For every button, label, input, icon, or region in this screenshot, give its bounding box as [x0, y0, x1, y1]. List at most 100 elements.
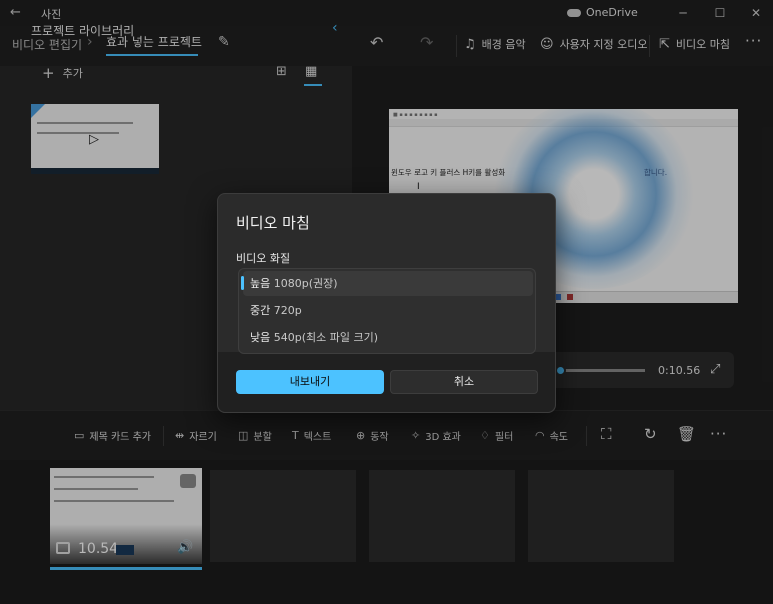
- quality-option-medium[interactable]: 중간 720p: [243, 298, 533, 323]
- divider: [456, 35, 457, 57]
- quality-option-high[interactable]: 높음 1080p(권장): [243, 271, 533, 296]
- plus-icon: +: [42, 64, 55, 82]
- finish-video-label: 비디오 마침: [675, 38, 731, 51]
- maximize-button[interactable]: ☐: [703, 3, 737, 23]
- quality-label: 비디오 화질: [236, 252, 291, 265]
- filter-label: 필터: [494, 432, 514, 443]
- large-grid-view-icon[interactable]: ⊞: [276, 64, 287, 79]
- screen-menu: ■ ▪ ▪ ▪ ▪ ▪ ▪ ▪ ▪: [393, 112, 438, 118]
- clip-text-line: [54, 476, 154, 478]
- text-cursor-icon: I: [417, 182, 420, 192]
- thumb-taskbar: [31, 168, 159, 174]
- title-card-button[interactable]: ▭ 제목 카드 추가: [74, 428, 151, 443]
- minimize-button[interactable]: ─: [666, 3, 700, 23]
- filter-button[interactable]: ♢ 필터: [480, 428, 513, 443]
- add-media-button[interactable]: + 추가: [42, 64, 83, 82]
- clip-selected-indicator: [50, 567, 202, 570]
- bg-music-button[interactable]: ♫ 배경 음악: [464, 36, 526, 52]
- export-button[interactable]: 내보내기: [236, 370, 384, 394]
- onedrive-status[interactable]: OneDrive: [567, 6, 638, 19]
- text-button[interactable]: T 텍스트: [292, 428, 331, 443]
- person-audio-icon: ☺: [540, 36, 554, 52]
- selected-indicator: [241, 276, 244, 290]
- title-card-icon: ▭: [74, 429, 85, 442]
- close-button[interactable]: ✕: [739, 3, 773, 23]
- split-icon: ◫: [238, 429, 249, 442]
- finish-video-button[interactable]: ⇱ 비디오 마침: [659, 36, 730, 52]
- time-display: 0:10.56: [658, 364, 701, 377]
- bg-music-label: 배경 음악: [481, 38, 526, 51]
- collapse-chevron-icon[interactable]: ‹: [332, 20, 338, 36]
- app-title: 사진: [41, 8, 62, 21]
- divider: [163, 426, 164, 446]
- delete-icon[interactable]: 🗑: [677, 425, 696, 443]
- onedrive-label: OneDrive: [586, 6, 638, 19]
- back-arrow-icon[interactable]: ←: [10, 5, 21, 20]
- custom-audio-label: 사용자 지정 오디오: [559, 38, 648, 51]
- screen-text-tail: 합니다.: [644, 168, 668, 177]
- text-icon: T: [292, 429, 299, 442]
- split-button[interactable]: ◫ 분할: [238, 428, 272, 443]
- cloud-icon: [567, 8, 581, 17]
- 3d-effects-button[interactable]: ✧ 3D 효과: [411, 428, 461, 443]
- redo-icon[interactable]: ↷: [420, 33, 433, 52]
- motion-icon: ⊕: [356, 429, 366, 442]
- play-icon: ▷: [89, 132, 99, 147]
- trim-label: 자르기: [189, 432, 217, 443]
- film-icon: [56, 542, 70, 554]
- added-badge: [31, 104, 45, 118]
- thumb-text-line: [37, 132, 119, 134]
- text-label: 텍스트: [303, 432, 332, 443]
- share-icon: ⇱: [659, 36, 670, 52]
- volume-icon[interactable]: 🔊: [177, 540, 193, 555]
- 3d-effects-icon: ✧: [411, 429, 421, 442]
- option-detail: 540p(최소 파일 크기): [273, 331, 379, 344]
- speed-icon: ◠: [535, 429, 545, 442]
- option-name: 높음: [250, 277, 271, 290]
- speed-label: 속도: [549, 432, 569, 443]
- clip-taskbar-fragment: [116, 545, 134, 555]
- clip-text-line: [54, 488, 138, 490]
- quality-option-low[interactable]: 낮음 540p(최소 파일 크기): [243, 325, 533, 350]
- divider: [586, 426, 587, 446]
- cancel-button[interactable]: 취소: [390, 370, 538, 394]
- trim-button[interactable]: ⇹ 자르기: [175, 428, 217, 443]
- storyboard-empty-slot: [210, 470, 356, 562]
- split-label: 분할: [253, 432, 272, 443]
- crop-icon[interactable]: ⛶: [601, 425, 612, 443]
- storyboard-empty-slot: [528, 470, 674, 562]
- more-icon[interactable]: ···: [745, 32, 762, 50]
- motion-label: 동작: [370, 432, 389, 443]
- taskbar-app-icon: [567, 294, 573, 300]
- undo-icon[interactable]: ↶: [370, 33, 383, 52]
- view-selected-indicator: [304, 84, 322, 86]
- storyboard-empty-slot: [369, 470, 515, 562]
- clip-duration: 10.54: [78, 541, 119, 557]
- custom-audio-button[interactable]: ☺ 사용자 지정 오디오: [540, 36, 648, 52]
- option-name: 중간: [250, 304, 271, 317]
- option-name: 낮음: [250, 331, 271, 344]
- option-detail: 720p: [273, 304, 302, 317]
- divider: [649, 35, 650, 57]
- music-icon: ♫: [464, 36, 476, 52]
- speed-button[interactable]: ◠ 속도: [535, 428, 568, 443]
- option-detail: 1080p(권장): [273, 277, 338, 290]
- seek-thumb[interactable]: [555, 365, 566, 376]
- filter-icon: ♢: [480, 429, 490, 442]
- clip-text-line: [54, 500, 174, 502]
- library-media-thumbnail[interactable]: ▷: [31, 104, 159, 174]
- seek-slider[interactable]: [560, 369, 645, 372]
- 3d-effects-label: 3D 효과: [425, 432, 461, 443]
- select-checkbox[interactable]: [180, 474, 196, 488]
- screen-text: 윈도우 로고 키 플러스 H키를 활성화: [391, 168, 506, 177]
- fullscreen-icon[interactable]: ⤢: [710, 362, 720, 377]
- storyboard-clip[interactable]: 10.54 🔊: [50, 468, 202, 564]
- title-card-label: 제목 카드 추가: [89, 432, 151, 443]
- pencil-icon[interactable]: ✎: [218, 34, 230, 50]
- more-icon[interactable]: ···: [710, 425, 727, 443]
- motion-button[interactable]: ⊕ 동작: [356, 428, 389, 443]
- thumb-text-line: [37, 122, 133, 124]
- small-grid-view-icon[interactable]: ▦: [305, 64, 317, 79]
- rotate-icon[interactable]: ↻: [644, 425, 657, 443]
- dialog-title: 비디오 마침: [236, 214, 310, 232]
